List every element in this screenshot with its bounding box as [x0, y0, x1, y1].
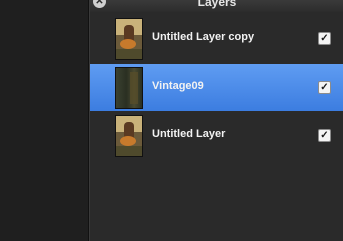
layer-thumbnail: [115, 67, 143, 109]
layer-thumbnail: [115, 18, 143, 60]
layer-row-untitled-layer[interactable]: Untitled Layer ✓: [90, 112, 343, 159]
layer-row-untitled-layer-copy[interactable]: Untitled Layer copy ✓: [90, 15, 343, 62]
canvas-area: [0, 0, 89, 241]
visibility-checkbox[interactable]: ✓: [318, 32, 331, 45]
layer-name: Untitled Layer: [152, 128, 226, 140]
layer-thumbnail: [115, 115, 143, 157]
panel-title: Layers: [197, 0, 237, 9]
layer-name: Vintage09: [152, 80, 204, 92]
layers-panel: ✕ Layers Untitled Layer copy ✓ Vintage09…: [89, 0, 343, 241]
visibility-checkbox[interactable]: ✓: [318, 81, 331, 94]
visibility-checkbox[interactable]: ✓: [318, 129, 331, 142]
layer-name: Untitled Layer copy: [152, 31, 255, 43]
panel-title-bar: ✕ Layers: [90, 0, 343, 12]
layer-row-vintage09[interactable]: Vintage09 ✓: [90, 64, 343, 111]
